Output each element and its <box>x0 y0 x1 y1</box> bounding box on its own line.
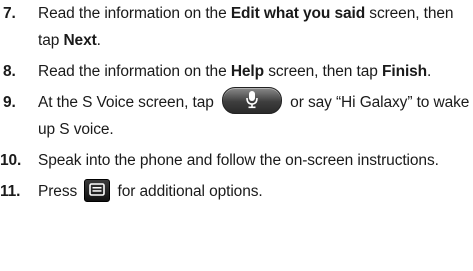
step-text: screen, then tap <box>264 63 382 80</box>
step-7: 7. Read the information on the Edit what… <box>0 0 473 54</box>
screen-name: Edit what you said <box>230 5 366 22</box>
step-text: Read the information on the <box>38 5 231 22</box>
step-number: 11. <box>0 183 21 201</box>
step-8: 8. Read the information on the Help scre… <box>0 58 473 85</box>
button-name: Next <box>63 32 97 49</box>
step-text: Read the information on the <box>38 63 231 80</box>
step-11: 11. Press for additional options. <box>0 178 473 205</box>
step-number: 8. <box>3 63 16 80</box>
step-number: 9. <box>3 94 16 111</box>
step-text: for additional options. <box>113 183 263 201</box>
punctuation: . <box>96 32 101 49</box>
step-9: 9. At the S Voice screen, tap or say “Hi… <box>0 87 473 143</box>
step-text: Speak into the phone and follow the on-s… <box>38 152 439 170</box>
instruction-steps: 7. Read the information on the Edit what… <box>0 0 473 209</box>
step-10: 10. Speak into the phone and follow the … <box>0 147 473 174</box>
step-number: 7. <box>3 5 16 22</box>
microphone-icon <box>221 87 282 115</box>
step-text: Press <box>38 183 82 201</box>
screen-name: Help <box>230 63 265 80</box>
step-text: At the S Voice screen, tap <box>38 94 218 111</box>
menu-key-icon <box>84 178 111 202</box>
punctuation: . <box>427 63 432 80</box>
button-name: Finish <box>382 63 428 80</box>
step-number: 10. <box>0 152 22 170</box>
